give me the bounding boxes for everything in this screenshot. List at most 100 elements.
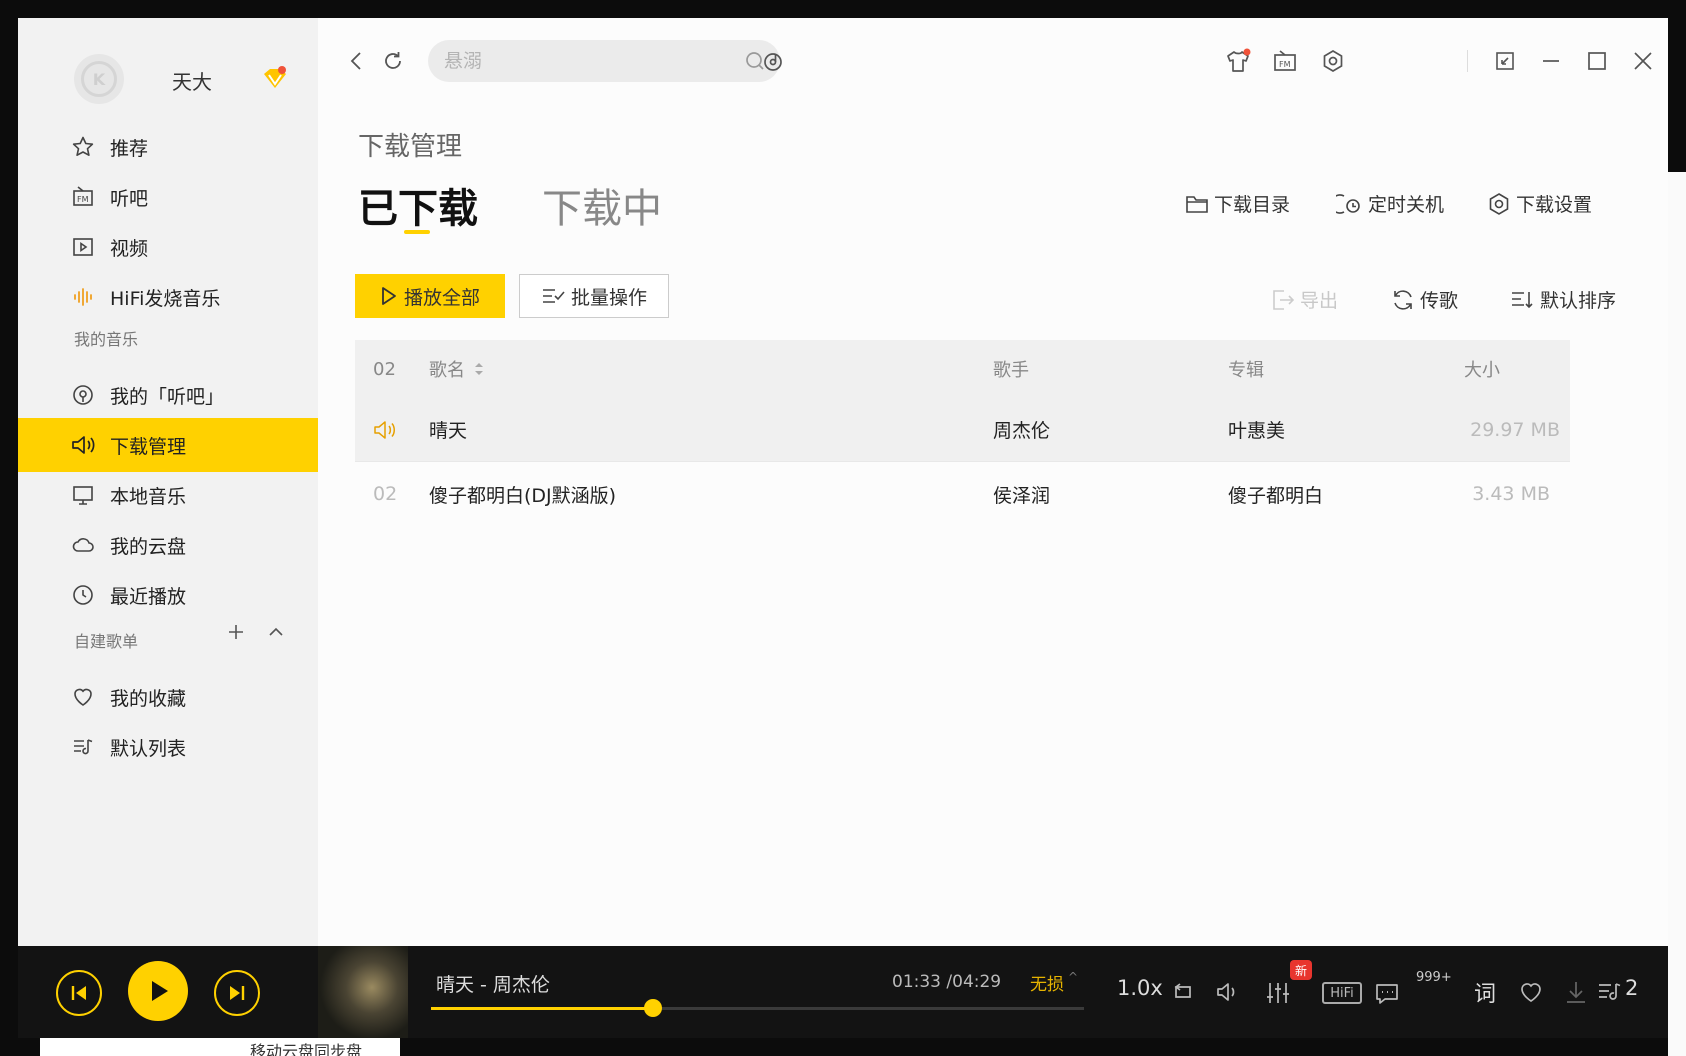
search-input[interactable] bbox=[444, 48, 724, 74]
transfer-songs-button[interactable]: 传歌 bbox=[1390, 286, 1458, 313]
sidebar-item-default-list[interactable]: 默认列表 bbox=[18, 720, 318, 774]
sidebar-item-label: 听吧 bbox=[110, 187, 149, 210]
queue-count: 2 bbox=[1625, 976, 1639, 1000]
song-album[interactable]: 傻子都明白 bbox=[1228, 462, 1323, 526]
back-icon[interactable] bbox=[344, 48, 370, 74]
progress-handle[interactable] bbox=[644, 999, 663, 1017]
speaker-icon bbox=[70, 432, 96, 458]
page-breadcrumb: 下载管理 bbox=[358, 132, 463, 162]
hex-gear-icon bbox=[1489, 192, 1509, 215]
playback-speed-button[interactable]: 1.0x bbox=[1117, 976, 1163, 1000]
progress-bar[interactable] bbox=[431, 999, 1084, 1017]
section-title-playlists: 自建歌单 bbox=[74, 632, 139, 651]
folder-icon bbox=[1186, 195, 1208, 213]
quality-label: 无损 bbox=[1030, 975, 1064, 995]
sidebar-item-label: 视频 bbox=[110, 237, 149, 260]
sidebar-item-local-music[interactable]: 本地音乐 bbox=[18, 468, 318, 522]
playback-time: 01:33 /04:29 bbox=[892, 972, 1002, 992]
sidebar-item-label: 我的「听吧」 bbox=[110, 385, 225, 408]
maximize-icon[interactable] bbox=[1582, 46, 1612, 76]
default-sort-button[interactable]: 默认排序 bbox=[1510, 286, 1616, 313]
sidebar-item-hifi[interactable]: HiFi发烧音乐 bbox=[18, 270, 318, 324]
tab-downloading[interactable]: 下载中 bbox=[542, 176, 662, 234]
sidebar-item-download-manager[interactable]: 下载管理 bbox=[18, 418, 318, 472]
lyrics-button[interactable]: 词 bbox=[1474, 976, 1496, 1008]
minimize-icon[interactable] bbox=[1536, 46, 1566, 76]
previous-icon bbox=[71, 986, 86, 1000]
comment-icon[interactable] bbox=[1372, 978, 1402, 1008]
equalizer-icon[interactable] bbox=[1264, 978, 1292, 1008]
sidebar-item-cloud-disk[interactable]: 我的云盘 bbox=[18, 518, 318, 572]
song-name[interactable]: 傻子都明白(DJ默涵版) bbox=[429, 462, 616, 526]
sidebar-item-favorites[interactable]: 我的收藏 bbox=[18, 670, 318, 724]
header-song-name-label: 歌名 bbox=[429, 360, 465, 381]
next-icon bbox=[230, 986, 245, 1000]
album-cover[interactable] bbox=[318, 946, 408, 1038]
like-heart-icon[interactable] bbox=[1516, 978, 1546, 1006]
svg-text:FM: FM bbox=[77, 195, 89, 204]
refresh-icon[interactable] bbox=[380, 48, 406, 74]
sort-arrows-icon bbox=[475, 363, 483, 375]
tab-downloaded[interactable]: 已下载 bbox=[358, 176, 478, 234]
username[interactable]: 天大 bbox=[172, 66, 212, 95]
song-name[interactable]: 晴天 bbox=[429, 398, 467, 461]
header-album: 专辑 bbox=[1228, 360, 1264, 381]
play-all-label: 播放全部 bbox=[403, 286, 480, 309]
progress-fill bbox=[431, 1007, 654, 1010]
close-icon[interactable] bbox=[1628, 46, 1658, 76]
now-playing-title[interactable]: 晴天 - 周杰伦 bbox=[436, 970, 550, 997]
skin-shirt-icon[interactable] bbox=[1223, 46, 1253, 76]
search-box bbox=[428, 40, 780, 82]
download-directory-button[interactable]: 下载目录 bbox=[1184, 190, 1290, 217]
next-track-button[interactable] bbox=[214, 970, 260, 1016]
sidebar-item-tingba[interactable]: FM 听吧 bbox=[18, 170, 318, 224]
mini-mode-icon[interactable] bbox=[1490, 46, 1520, 76]
batch-operation-button[interactable]: 批量操作 bbox=[519, 274, 669, 318]
header-song-name[interactable]: 歌名 bbox=[429, 340, 487, 398]
repeat-loop-icon[interactable] bbox=[1170, 978, 1198, 1006]
previous-track-button[interactable] bbox=[56, 970, 102, 1016]
sidebar-item-recent[interactable]: 最近播放 bbox=[18, 568, 318, 622]
checklist-icon bbox=[542, 289, 565, 303]
settings-gear-icon[interactable] bbox=[1318, 46, 1348, 76]
sidebar-item-my-tingba[interactable]: 我的「听吧」 bbox=[18, 368, 318, 422]
playing-speaker-icon bbox=[373, 398, 413, 461]
sidebar-item-label: 我的收藏 bbox=[110, 687, 187, 710]
sidebar-item-video[interactable]: 视频 bbox=[18, 220, 318, 274]
desktop-explorer-item[interactable]: 移动云盘同步盘 bbox=[250, 1038, 362, 1056]
video-icon bbox=[70, 234, 96, 260]
sidebar-item-recommend[interactable]: 推荐 bbox=[18, 120, 318, 174]
table-row[interactable]: 晴天 周杰伦 叶惠美 29.97 MB bbox=[355, 398, 1570, 462]
play-pause-button[interactable] bbox=[128, 961, 188, 1021]
cloud-icon bbox=[70, 532, 96, 558]
table-row[interactable]: 02 傻子都明白(DJ默涵版) 侯泽润 傻子都明白 3.43 MB bbox=[355, 462, 1570, 526]
export-button[interactable]: 导出 bbox=[1270, 286, 1338, 313]
volume-icon[interactable] bbox=[1214, 978, 1242, 1006]
song-artist[interactable]: 侯泽润 bbox=[993, 462, 1050, 526]
batch-operation-label: 批量操作 bbox=[570, 286, 647, 309]
sidebar-item-label: 最近播放 bbox=[110, 585, 187, 608]
top-bar: FM bbox=[318, 18, 1668, 110]
timed-shutdown-button[interactable]: 定时关机 bbox=[1336, 190, 1444, 217]
play-icon bbox=[382, 287, 396, 305]
logo-icon: K bbox=[81, 61, 117, 97]
fm-radio-icon[interactable]: FM bbox=[1270, 46, 1300, 76]
hifi-wave-icon bbox=[70, 284, 96, 310]
download-settings-button[interactable]: 下载设置 bbox=[1486, 190, 1592, 217]
play-all-button[interactable]: 播放全部 bbox=[355, 274, 505, 318]
toolbar-divider bbox=[1467, 50, 1468, 72]
song-album[interactable]: 叶惠美 bbox=[1228, 398, 1285, 461]
app-window: K 天大 推荐 FM 听吧 视频 HiFi发烧音乐 我的音乐 我的「听吧」 下载… bbox=[18, 18, 1668, 1038]
quality-selector[interactable]: 无损 ^ bbox=[1030, 970, 1078, 995]
add-playlist-button[interactable] bbox=[226, 622, 246, 648]
avatar[interactable]: K bbox=[74, 54, 124, 104]
song-recognition-icon[interactable] bbox=[760, 48, 786, 74]
download-icon[interactable] bbox=[1562, 978, 1590, 1006]
song-artist[interactable]: 周杰伦 bbox=[993, 398, 1050, 461]
collapse-playlists-button[interactable] bbox=[266, 622, 286, 648]
sync-icon bbox=[1394, 289, 1412, 310]
playlist-queue-icon[interactable] bbox=[1596, 978, 1624, 1006]
timer-icon bbox=[1336, 193, 1360, 214]
hifi-button[interactable]: HiFi bbox=[1322, 982, 1362, 1004]
new-badge: 新 bbox=[1290, 960, 1312, 980]
